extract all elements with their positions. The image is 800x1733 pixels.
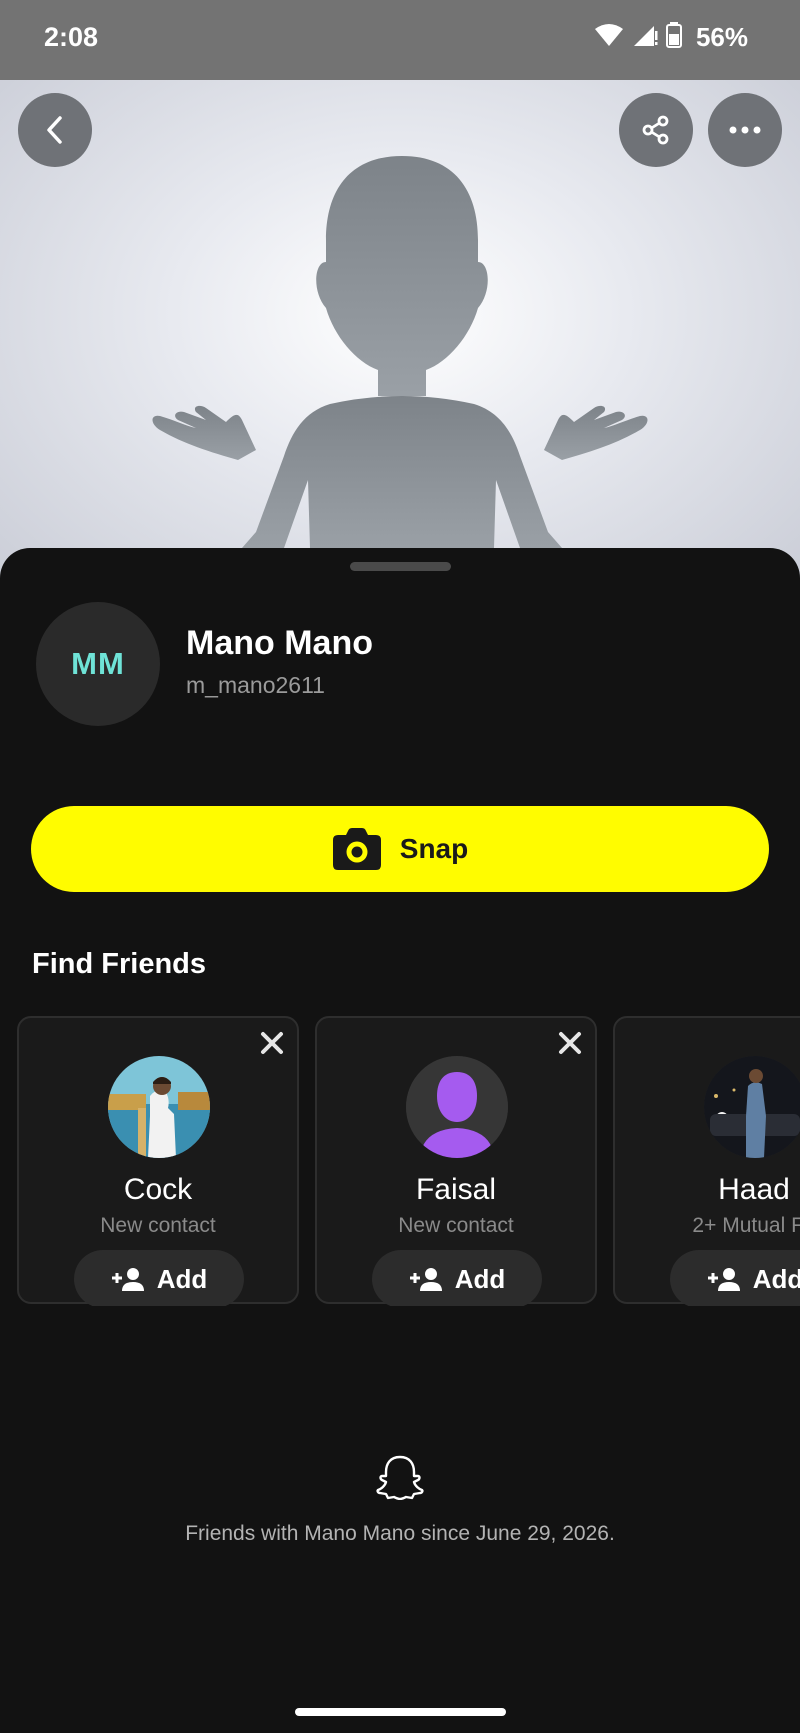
friend-card[interactable]: Cock New contact Add [17,1016,299,1306]
avatar-initials: MM [71,646,125,681]
battery-percent: 56% [695,22,748,52]
ghost-icon [376,1454,424,1505]
camera-icon [332,828,381,870]
close-icon [559,1032,581,1054]
friend-name: Cock [123,1173,193,1206]
friend-avatar[interactable] [406,1056,508,1158]
dismiss-card-button[interactable] [555,1028,585,1058]
more-options-button[interactable] [708,93,782,167]
friend-subtitle: 2+ Mutual Fri [692,1214,800,1237]
friend-avatar[interactable] [108,1056,210,1158]
battery-icon [665,22,682,53]
add-friend-icon [409,1268,442,1291]
friend-name: Faisal [415,1173,497,1206]
signal-icon [632,23,658,52]
sheet-drag-handle[interactable] [350,562,451,571]
status-bar: 2:08 56% [0,0,800,80]
home-indicator[interactable] [295,1708,506,1716]
friend-subtitle: New contact [398,1214,514,1237]
snap-button-label: Snap [399,833,469,864]
dismiss-card-button[interactable] [257,1028,287,1058]
add-friend-label: Add [156,1263,208,1294]
back-icon [47,116,62,144]
friend-card[interactable]: Faisal New contact Add [315,1016,597,1306]
add-friend-label: Add [454,1263,506,1294]
find-friends-carousel[interactable]: Cock New contact Add Faisal New contact … [0,1016,800,1306]
back-button[interactable] [18,93,92,167]
add-friend-button[interactable]: Add [74,1250,244,1306]
friend-card[interactable]: Haad 2+ Mutual Fri Add [613,1016,800,1306]
wifi-icon [594,23,624,52]
avatar[interactable]: MM [36,602,160,726]
display-name: Mano Mano [186,624,373,662]
status-time: 2:08 [44,22,99,52]
status-icons: 56% [594,22,748,53]
share-button[interactable] [619,93,693,167]
friend-name: Haad [718,1173,790,1206]
add-friend-label: Add [752,1263,800,1294]
friend-subtitle: New contact [100,1214,216,1237]
snap-button[interactable]: Snap [31,806,769,892]
username: m_mano2611 [186,672,325,698]
profile-sheet: MM Mano Mano m_mano2611 Snap Find Friend… [0,548,800,1733]
add-friend-icon [111,1268,144,1291]
close-icon [261,1032,283,1054]
find-friends-title: Find Friends [32,948,206,980]
friendship-since-text: Friends with Mano Mano since June 29, 20… [185,1522,615,1545]
add-friend-button[interactable]: Add [372,1250,542,1306]
friend-avatar[interactable] [704,1056,800,1158]
add-friend-icon [707,1268,740,1291]
more-icon [729,126,761,134]
share-icon [642,115,669,145]
add-friend-button[interactable]: Add [670,1250,800,1306]
